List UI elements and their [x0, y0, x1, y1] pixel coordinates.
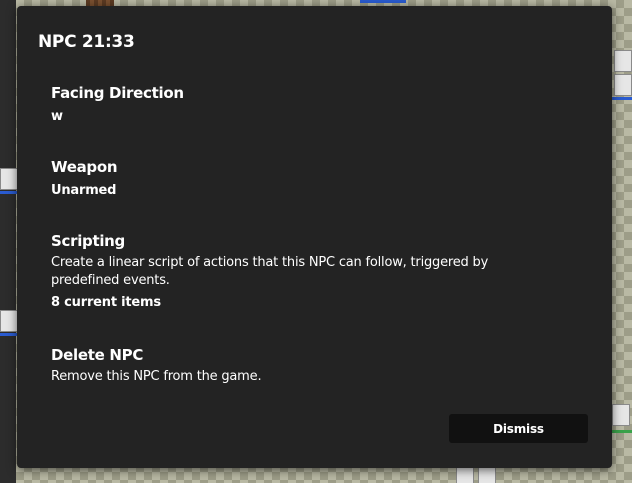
- board-dark-area: [0, 0, 16, 483]
- scripting-item-count: 8 current items: [51, 295, 161, 310]
- board-tile: [0, 168, 18, 190]
- facing-direction-section[interactable]: Facing Direction w: [51, 83, 571, 126]
- board-green-line: [612, 430, 632, 433]
- delete-npc-description: Remove this NPC from the game.: [51, 369, 262, 384]
- board-blue-line: [0, 191, 17, 194]
- scripting-description: Create a linear script of actions that t…: [51, 255, 489, 288]
- scripting-title: Scripting: [51, 232, 125, 250]
- npc-settings-dialog: NPC 21:33 Facing Direction w Weapon Unar…: [17, 6, 612, 468]
- board-blue-line: [612, 97, 632, 100]
- board-tile: [614, 74, 632, 96]
- dismiss-button[interactable]: Dismiss: [449, 414, 588, 443]
- facing-direction-title: Facing Direction: [51, 84, 184, 102]
- weapon-value: Unarmed: [51, 183, 117, 198]
- weapon-title: Weapon: [51, 158, 118, 176]
- board-tile: [0, 310, 18, 332]
- delete-npc-title: Delete NPC: [51, 346, 144, 364]
- delete-npc-section[interactable]: Delete NPC Remove this NPC from the game…: [51, 345, 571, 386]
- facing-direction-value: w: [51, 109, 63, 124]
- board-blue-line: [360, 0, 406, 3]
- scripting-section[interactable]: Scripting Create a linear script of acti…: [51, 231, 551, 312]
- weapon-section[interactable]: Weapon Unarmed: [51, 157, 571, 200]
- dialog-title: NPC 21:33: [38, 32, 135, 52]
- board-tile: [612, 404, 630, 426]
- board-blue-line: [0, 333, 17, 336]
- board-tile: [614, 50, 632, 72]
